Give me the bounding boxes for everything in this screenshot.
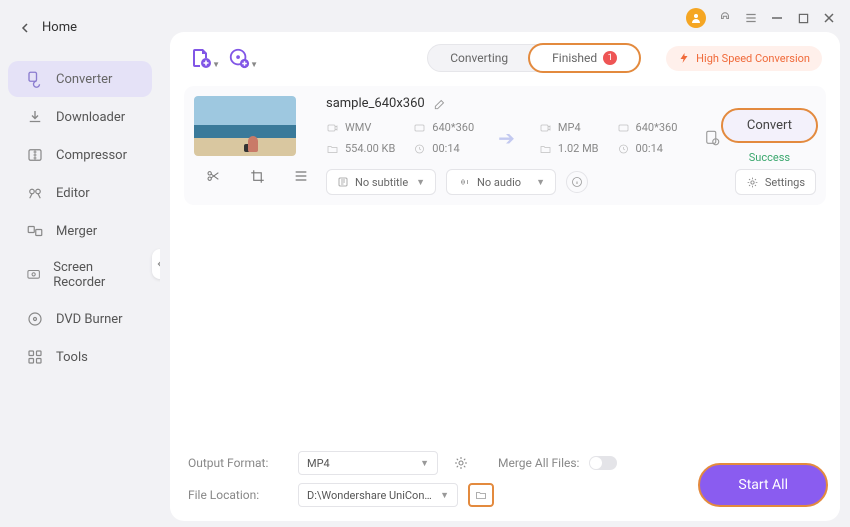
nav-label: Downloader: [56, 110, 125, 125]
gear-icon: [453, 455, 469, 471]
home-label: Home: [42, 20, 77, 35]
sidebar-item-dvd-burner[interactable]: DVD Burner: [8, 301, 152, 337]
resolution-icon: [617, 122, 630, 134]
settings-button[interactable]: Settings: [735, 169, 816, 195]
tools-icon: [26, 348, 44, 366]
folder-icon: [539, 143, 552, 155]
target-meta-2: 640*360 00:14: [617, 121, 678, 155]
titlebar: [160, 0, 850, 26]
add-file-button[interactable]: ▼: [188, 45, 214, 71]
folder-icon: [326, 143, 339, 155]
clock-icon: [617, 143, 630, 155]
screen-recorder-icon: [26, 266, 41, 284]
output-settings-button[interactable]: [703, 129, 721, 147]
status-tabs: Converting Finished 1: [427, 44, 640, 72]
topbar: ▼ ▼ Converting Finished 1 High Speed Con…: [182, 44, 828, 80]
effect-button[interactable]: [288, 166, 314, 186]
source-meta-2: 640*360 00:14: [413, 121, 474, 155]
subtitle-select[interactable]: No subtitle ▼: [326, 169, 436, 195]
info-button[interactable]: [566, 171, 588, 193]
source-meta: WMV 554.00 KB: [326, 121, 395, 155]
file-location-select[interactable]: D:\Wondershare UniConverter 1 ▼: [298, 483, 458, 507]
video-icon: [326, 122, 339, 134]
converter-panel: ▼ ▼ Converting Finished 1 High Speed Con…: [170, 32, 840, 521]
scissors-icon: [205, 168, 221, 184]
trim-button[interactable]: [200, 166, 226, 186]
nav-label: Merger: [56, 224, 97, 239]
clock-icon: [413, 143, 426, 155]
nav-label: Compressor: [56, 148, 127, 163]
minimize-icon[interactable]: [770, 11, 784, 25]
sidebar-item-editor[interactable]: Editor: [8, 175, 152, 211]
video-thumbnail[interactable]: [194, 96, 296, 156]
nav-label: Editor: [56, 186, 90, 201]
file-gear-icon: [703, 129, 721, 147]
nav-label: Screen Recorder: [53, 260, 134, 290]
folder-icon: [474, 489, 488, 501]
audio-select[interactable]: No audio ▼: [446, 169, 556, 195]
tab-finished[interactable]: Finished 1: [528, 43, 641, 73]
merger-icon: [26, 222, 44, 240]
video-icon: [539, 122, 552, 134]
add-file-icon: [189, 46, 213, 70]
status-text: Success: [749, 151, 790, 164]
resolution-icon: [413, 122, 426, 134]
arrow-icon: ➔: [492, 126, 521, 150]
back-home[interactable]: Home: [0, 12, 160, 43]
info-icon: [571, 176, 583, 188]
finished-count-badge: 1: [603, 51, 617, 65]
file-location-label: File Location:: [188, 488, 288, 502]
list-icon: [293, 168, 309, 184]
merge-label: Merge All Files:: [498, 456, 579, 470]
sidebar-item-converter[interactable]: Converter: [8, 61, 152, 97]
nav-label: Converter: [56, 72, 112, 87]
output-format-label: Output Format:: [188, 456, 288, 470]
dvd-icon: [26, 310, 44, 328]
lightning-icon: [678, 52, 690, 64]
add-disc-icon: [228, 47, 250, 69]
nav-label: Tools: [56, 350, 88, 365]
open-folder-button[interactable]: [468, 483, 494, 507]
editor-icon: [26, 184, 44, 202]
nav-label: DVD Burner: [56, 312, 123, 327]
high-speed-badge[interactable]: High Speed Conversion: [666, 46, 822, 71]
edit-name-icon[interactable]: [433, 97, 447, 111]
format-settings-button[interactable]: [448, 453, 474, 473]
close-icon[interactable]: [822, 11, 836, 25]
output-format-select[interactable]: MP4 ▼: [298, 451, 438, 475]
crop-icon: [250, 169, 265, 184]
audio-icon: [457, 176, 471, 188]
chevron-left-icon: [20, 23, 30, 33]
gear-icon: [746, 176, 759, 189]
sidebar-item-screen-recorder[interactable]: Screen Recorder: [8, 251, 152, 299]
sidebar-item-downloader[interactable]: Downloader: [8, 99, 152, 135]
support-icon[interactable]: [718, 11, 732, 25]
convert-button[interactable]: Convert: [721, 108, 818, 143]
avatar-icon[interactable]: [686, 8, 706, 28]
maximize-icon[interactable]: [796, 11, 810, 25]
compressor-icon: [26, 146, 44, 164]
tab-converting[interactable]: Converting: [428, 45, 530, 71]
subtitle-icon: [337, 176, 349, 188]
sidebar: Home Converter Downloader Compressor Edi…: [0, 0, 160, 527]
crop-button[interactable]: [244, 166, 270, 186]
start-all-button[interactable]: Start All: [698, 463, 828, 507]
downloader-icon: [26, 108, 44, 126]
menu-icon[interactable]: [744, 11, 758, 25]
main: ▼ ▼ Converting Finished 1 High Speed Con…: [160, 0, 850, 527]
merge-toggle[interactable]: [589, 456, 617, 470]
sidebar-item-tools[interactable]: Tools: [8, 339, 152, 375]
target-meta: MP4 1.02 MB: [539, 121, 599, 155]
file-item: sample_640x360 WMV 554.00 KB 640*360 00:…: [184, 86, 826, 205]
sidebar-item-compressor[interactable]: Compressor: [8, 137, 152, 173]
converter-icon: [26, 70, 44, 88]
sidebar-item-merger[interactable]: Merger: [8, 213, 152, 249]
add-disc-button[interactable]: ▼: [226, 45, 252, 71]
